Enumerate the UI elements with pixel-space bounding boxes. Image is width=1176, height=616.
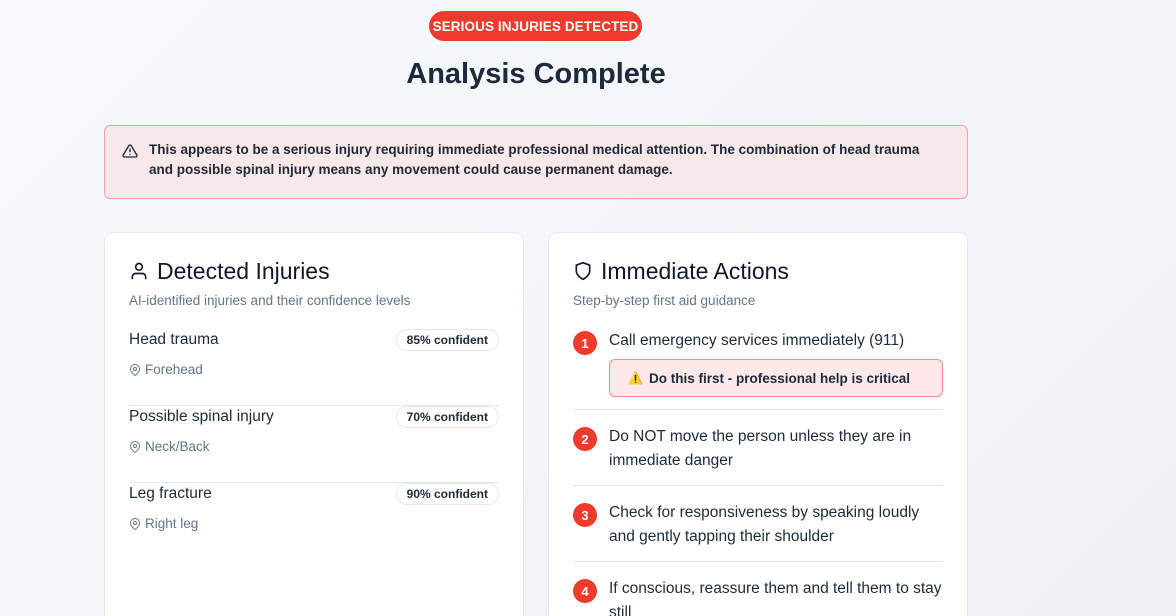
alert-text: This appears to be a serious injury requ… (149, 142, 920, 177)
injury-location: Right leg (129, 516, 198, 531)
action-step: 4 If conscious, reassure them and tell t… (573, 577, 943, 616)
severity-badge: SERIOUS INJURIES DETECTED (429, 11, 642, 41)
confidence-badge: 85% confident (395, 329, 499, 351)
page-title: Analysis Complete (406, 58, 666, 90)
location-label: Right leg (145, 516, 199, 531)
action-step: 1 Call emergency services immediately (9… (573, 329, 943, 410)
card-header: Immediate Actions (573, 257, 943, 285)
step-number: 4 (573, 579, 597, 603)
confidence-badge: 90% confident (395, 483, 499, 505)
user-icon (131, 262, 147, 280)
priority-note-text: Do this first - professional help is cri… (648, 370, 911, 386)
step-number: 3 (573, 503, 597, 527)
confidence-badge: 70% confident (395, 406, 499, 428)
action-steps: 1 Call emergency services immediately (9… (573, 329, 943, 616)
injury-location: Neck/Back (129, 439, 210, 454)
step-text: Call emergency services immediately (911… (609, 332, 905, 349)
priority-note: ⚠️ Do this first - professional help is … (609, 359, 943, 397)
injury-name: Leg fracture (129, 485, 212, 502)
step-text: Do NOT move the person unless they are i… (609, 428, 912, 469)
action-step: 2 Do NOT move the person unless they are… (573, 425, 943, 486)
card-title: Detected Injuries (157, 257, 330, 284)
step-text: If conscious, reassure them and tell the… (609, 580, 942, 616)
step-text: Check for responsiveness by speaking lou… (609, 504, 920, 545)
card-header: Detected Injuries (129, 257, 499, 285)
immediate-actions-card: Immediate Actions Step-by-step first aid… (548, 232, 968, 616)
card-subtitle: Step-by-step first aid guidance (573, 293, 756, 308)
injury-item: Leg fracture 90% confident Right leg (129, 483, 499, 560)
injury-name: Head trauma (129, 331, 219, 348)
injury-item: Possible spinal injury 70% confident Nec… (129, 406, 499, 483)
action-step: 3 Check for responsiveness by speaking l… (573, 501, 943, 562)
injury-list: Head trauma 85% confident Forehead Possi… (129, 329, 499, 560)
injury-item: Head trauma 85% confident Forehead (129, 329, 499, 406)
card-subtitle: AI-identified injuries and their confide… (129, 293, 411, 308)
injury-location: Forehead (129, 362, 203, 377)
step-number: 2 (573, 427, 597, 451)
detected-injuries-card: Detected Injuries AI-identified injuries… (104, 232, 524, 616)
warning-triangle-icon (122, 144, 138, 158)
injury-name: Possible spinal injury (129, 408, 274, 425)
location-label: Neck/Back (145, 439, 210, 454)
warning-emoji-icon: ⚠️ (628, 371, 643, 385)
map-pin-icon (129, 363, 141, 376)
step-number: 1 (573, 331, 597, 355)
map-pin-icon (129, 440, 141, 453)
card-title: Immediate Actions (601, 257, 789, 284)
shield-icon (575, 261, 591, 281)
location-label: Forehead (145, 362, 203, 377)
map-pin-icon (129, 517, 141, 530)
serious-injury-alert: This appears to be a serious injury requ… (104, 125, 968, 199)
